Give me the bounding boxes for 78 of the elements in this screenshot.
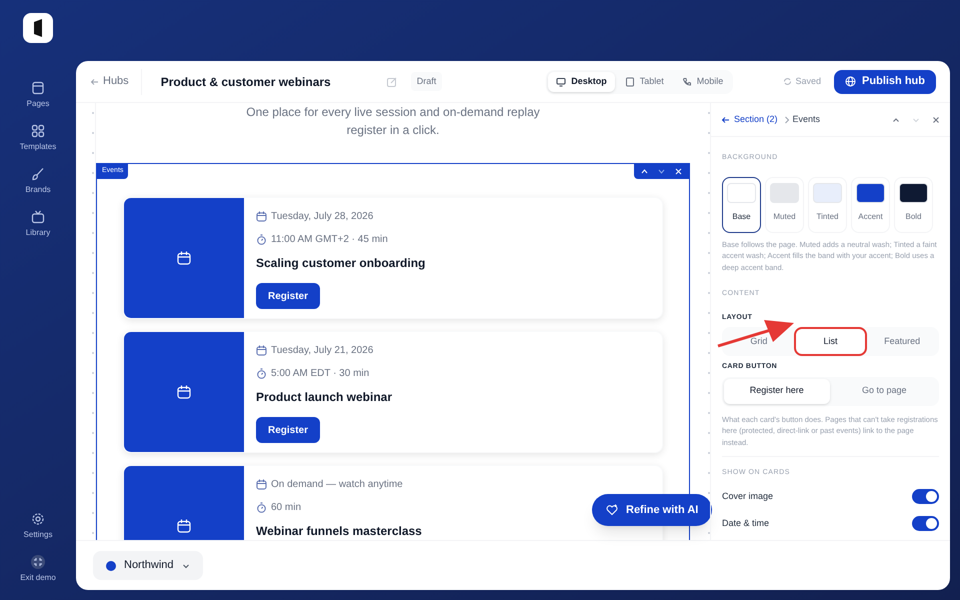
refine-ai-button[interactable]: Refine with AI	[592, 494, 712, 526]
segment-option[interactable]: Register here	[724, 378, 830, 404]
sidebar-item[interactable]: Exit demo	[20, 555, 56, 584]
arrow-left-icon	[90, 78, 99, 86]
calendar-icon	[177, 385, 191, 399]
background-option[interactable]: Muted	[765, 176, 804, 232]
event-time: 11:00 AM GMT+2 · 45 min	[271, 232, 388, 246]
background-option[interactable]: Accent	[851, 176, 890, 232]
breadcrumb-link[interactable]: Section (2)	[721, 112, 778, 126]
chevron-right-icon	[784, 116, 790, 124]
toggle-switch[interactable]	[912, 489, 939, 504]
phone-icon	[682, 76, 692, 86]
background-option[interactable]: Base	[722, 176, 761, 232]
toggle-label: Date & time	[722, 516, 770, 530]
toggle-label: Cover image	[722, 490, 774, 503]
event-time: 5:00 AM EDT · 30 min	[271, 366, 370, 380]
event-card[interactable]: Tuesday, July 28, 2026 11:00 AM GMT+2 · 45 min Scaling customer onboarding Register	[123, 197, 663, 319]
chevron-up-icon[interactable]	[892, 116, 900, 124]
segment-option[interactable]: Featured	[867, 329, 938, 354]
segment-option[interactable]: Grid	[724, 329, 794, 354]
tablet-icon	[624, 76, 635, 86]
close-icon[interactable]	[932, 116, 940, 124]
move-down-icon[interactable]	[657, 167, 666, 176]
move-up-icon[interactable]	[640, 167, 649, 176]
exit-icon	[30, 555, 45, 569]
intro-text: register in a click.	[346, 122, 440, 139]
status-badge: Draft	[410, 72, 442, 92]
event-date: Tuesday, July 21, 2026	[271, 344, 374, 358]
background-option[interactable]: Tinted	[808, 176, 847, 232]
event-title: Scaling customer onboarding	[256, 255, 426, 272]
calendar-icon	[256, 344, 267, 356]
sidebar-item[interactable]: Brands	[25, 167, 51, 196]
brush-icon	[30, 167, 45, 181]
toggle-switch[interactable]	[912, 516, 939, 531]
segment-option[interactable]: List	[796, 329, 866, 354]
event-time: 60 min	[271, 500, 302, 514]
device-tab[interactable]: Tablet	[616, 72, 672, 92]
intro-text: One place for every live session and on-demand replay	[246, 104, 540, 121]
sidebar-item[interactable]: Pages	[26, 81, 50, 110]
settings-icon	[30, 512, 45, 526]
device-tab[interactable]: Desktop	[548, 72, 615, 92]
stopwatch-icon	[256, 234, 267, 244]
arrow-left-icon	[721, 116, 730, 124]
calendar-icon	[256, 478, 267, 490]
publish-button[interactable]: Publish hub	[834, 70, 936, 94]
page-title: Product & customer webinars	[160, 74, 331, 90]
register-button[interactable]: Register	[256, 417, 320, 443]
sidebar-item[interactable]: Templates	[20, 124, 56, 153]
stopwatch-icon	[256, 368, 267, 378]
back-link[interactable]: Hubs	[90, 68, 142, 94]
app-logo[interactable]	[23, 13, 53, 43]
chevron-down-icon	[182, 562, 190, 570]
event-date: On demand — watch anytime	[271, 478, 403, 492]
tv-icon	[30, 210, 45, 224]
sync-icon	[782, 77, 792, 86]
monitor-icon	[556, 76, 566, 86]
globe-icon	[845, 76, 856, 87]
calendar-icon	[256, 210, 267, 222]
segment-option[interactable]: Go to page	[832, 378, 937, 404]
sparkle-heart-icon	[606, 504, 618, 516]
calendar-icon	[177, 519, 191, 533]
workspace-selector[interactable]: Northwind	[93, 551, 203, 580]
event-title: Webinar funnels masterclass	[256, 523, 422, 540]
event-card[interactable]: Tuesday, July 21, 2026 5:00 AM EDT · 30 min Product launch webinar Register	[123, 331, 663, 453]
grid-icon	[31, 124, 45, 138]
save-status: Saved	[782, 74, 822, 88]
page-icon	[31, 81, 45, 95]
calendar-icon	[177, 251, 191, 265]
breadcrumb-current: Events	[792, 112, 820, 126]
register-button[interactable]: Register	[256, 283, 320, 309]
sidebar-item[interactable]: Library	[26, 210, 50, 239]
event-date: Tuesday, July 28, 2026	[271, 210, 374, 224]
background-option[interactable]: Bold	[894, 176, 933, 232]
event-title: Product launch webinar	[256, 389, 392, 406]
stopwatch-icon	[256, 502, 267, 512]
section-toolbar[interactable]	[634, 164, 689, 179]
device-tab[interactable]: Mobile	[674, 72, 732, 92]
sidebar-item[interactable]: Settings	[24, 512, 52, 541]
